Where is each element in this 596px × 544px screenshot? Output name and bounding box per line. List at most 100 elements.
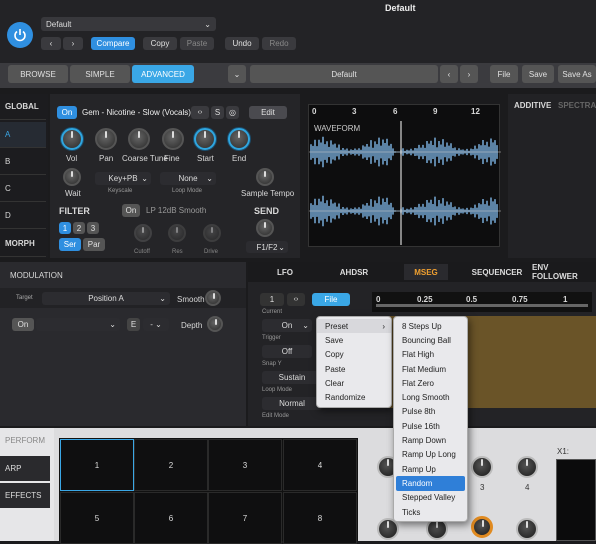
tab-mseg[interactable]: MSEG xyxy=(404,264,448,280)
power-icon[interactable] xyxy=(7,22,33,48)
pad-5[interactable]: 5 xyxy=(60,492,134,544)
submenu-item[interactable]: 8 Steps Up xyxy=(394,319,467,333)
pad-8[interactable]: 8 xyxy=(283,492,357,544)
nav-dropdown-button[interactable]: ⌄ xyxy=(228,65,246,83)
mseg-file-button[interactable]: File xyxy=(312,293,350,306)
submenu-item[interactable]: Pulse 8th xyxy=(394,405,467,419)
smooth-knob[interactable] xyxy=(205,290,221,306)
vol-knob[interactable] xyxy=(61,128,83,150)
pad-2[interactable]: 2 xyxy=(134,439,208,491)
start-knob[interactable] xyxy=(194,128,216,150)
mseg-slot-dropdown[interactable]: 1 xyxy=(260,293,284,306)
drive-knob[interactable] xyxy=(203,224,221,242)
xy-pad[interactable] xyxy=(556,459,596,541)
coarse-tune-knob[interactable] xyxy=(128,128,150,150)
save-button[interactable]: Save xyxy=(522,65,554,83)
file-button[interactable]: File xyxy=(490,65,518,83)
submenu-item[interactable]: Flat Medium xyxy=(394,362,467,376)
menu-item-randomize[interactable]: Randomize xyxy=(317,390,391,404)
submenu-item[interactable]: Flat Zero xyxy=(394,376,467,390)
menu-item-copy[interactable]: Copy xyxy=(317,348,391,362)
target-dropdown[interactable]: Position A ⌄ xyxy=(42,292,170,305)
end-knob[interactable] xyxy=(228,128,250,150)
sidebar-item-effects[interactable]: EFFECTS xyxy=(0,483,50,508)
pan-knob[interactable] xyxy=(95,128,117,150)
menu-item-clear[interactable]: Clear xyxy=(317,376,391,390)
mseg-nav-button[interactable]: ‹› xyxy=(287,293,305,306)
compare-button[interactable]: Compare xyxy=(91,37,135,50)
browse-tab[interactable]: BROWSE xyxy=(8,65,68,83)
macro-knob-4[interactable] xyxy=(516,456,538,478)
loop-mode-dropdown[interactable]: None ⌄ xyxy=(160,172,216,185)
tab-sequencer[interactable]: SEQUENCER xyxy=(468,264,526,280)
submenu-item[interactable]: Stepped Valley xyxy=(394,491,467,505)
edit-mode-dropdown[interactable]: Normal xyxy=(262,397,322,410)
sustain-dropdown[interactable]: Sustain xyxy=(262,371,322,384)
sidebar-item-morph[interactable]: MORPH xyxy=(0,231,46,257)
trigger-dropdown[interactable]: On ⌄ xyxy=(262,319,312,332)
submenu-item[interactable]: Long Smooth xyxy=(394,390,467,404)
copy-button[interactable]: Copy xyxy=(143,37,177,50)
cutoff-knob[interactable] xyxy=(134,224,152,242)
sample-nav-button[interactable]: ‹› xyxy=(191,106,209,119)
filter-par-button[interactable]: Par xyxy=(83,238,105,251)
submenu-item[interactable]: Flat High xyxy=(394,348,467,362)
nav-preset-field[interactable]: Default xyxy=(250,65,438,83)
menu-item-paste[interactable]: Paste xyxy=(317,362,391,376)
sample-on-button[interactable]: On xyxy=(57,106,77,119)
preset-dropdown[interactable]: Default ⌄ xyxy=(41,17,216,31)
sample-edit-button[interactable]: Edit xyxy=(249,106,287,119)
wait-knob[interactable] xyxy=(63,168,81,186)
pad-3[interactable]: 3 xyxy=(208,439,282,491)
pad-4[interactable]: 4 xyxy=(283,439,357,491)
submenu-item[interactable]: Ramp Up xyxy=(394,462,467,476)
depth-knob[interactable] xyxy=(207,316,223,332)
pad-6[interactable]: 6 xyxy=(134,492,208,544)
snap-y-dropdown[interactable]: Off xyxy=(262,345,312,358)
submenu-item[interactable]: Pulse 16th xyxy=(394,419,467,433)
tab-additive[interactable]: ADDITIVE xyxy=(514,101,551,110)
filter-3-button[interactable]: 3 xyxy=(87,222,99,234)
advanced-tab[interactable]: ADVANCED xyxy=(132,65,194,83)
filter-2-button[interactable]: 2 xyxy=(73,222,85,234)
macro-knob-3[interactable] xyxy=(471,456,493,478)
simple-tab[interactable]: SIMPLE xyxy=(70,65,130,83)
submenu-item[interactable]: Ticks xyxy=(394,505,467,519)
save-as-button[interactable]: Save As xyxy=(558,65,596,83)
tab-lfo[interactable]: LFO xyxy=(265,264,305,280)
keyscale-dropdown[interactable]: Key+PB ⌄ xyxy=(95,172,151,185)
sample-options-icon[interactable]: ◎ xyxy=(226,106,239,119)
sample-s-button[interactable]: S xyxy=(211,106,224,119)
pad-7[interactable]: 7 xyxy=(208,492,282,544)
filter-1-button[interactable]: 1 xyxy=(59,222,71,234)
sidebar-item-arp[interactable]: ARP xyxy=(0,456,50,481)
sidebar-item-global[interactable]: GLOBAL xyxy=(0,94,46,120)
filter-on-button[interactable]: On xyxy=(122,204,140,217)
mod-e-button[interactable]: E xyxy=(127,318,140,331)
res-knob[interactable] xyxy=(168,224,186,242)
submenu-item[interactable]: Ramp Down xyxy=(394,433,467,447)
submenu-item[interactable]: Ramp Up Long xyxy=(394,448,467,462)
sample-tempo-knob[interactable] xyxy=(256,168,274,186)
tab-ahdsr[interactable]: AHDSR xyxy=(332,264,376,280)
send-knob[interactable] xyxy=(256,219,274,237)
menu-item-save[interactable]: Save xyxy=(317,333,391,347)
mod-amount-dropdown[interactable]: - ⌄ xyxy=(143,318,169,331)
send-dropdown[interactable]: F1/F2 ⌄ xyxy=(246,241,288,253)
nav-next-button[interactable]: › xyxy=(460,65,478,83)
sidebar-item-b[interactable]: B xyxy=(0,149,46,175)
filter-type[interactable]: LP 12dB Smooth xyxy=(146,206,206,215)
macro-knob-7[interactable] xyxy=(471,516,493,538)
pad-1[interactable]: 1 xyxy=(60,439,134,491)
tab-env-follower[interactable]: ENV FOLLOWER xyxy=(532,263,596,281)
macro-knob-8[interactable] xyxy=(516,518,538,540)
tab-spectral[interactable]: SPECTRA xyxy=(558,101,596,110)
sidebar-item-a[interactable]: A xyxy=(0,122,46,148)
undo-button[interactable]: Undo xyxy=(225,37,259,50)
nav-prev-button[interactable]: ‹ xyxy=(440,65,458,83)
fine-knob[interactable] xyxy=(162,128,184,150)
paste-button[interactable]: Paste xyxy=(180,37,214,50)
submenu-item-selected[interactable]: Random xyxy=(396,476,465,491)
prev-button[interactable]: ‹ xyxy=(41,37,61,50)
sidebar-item-d[interactable]: D xyxy=(0,203,46,229)
